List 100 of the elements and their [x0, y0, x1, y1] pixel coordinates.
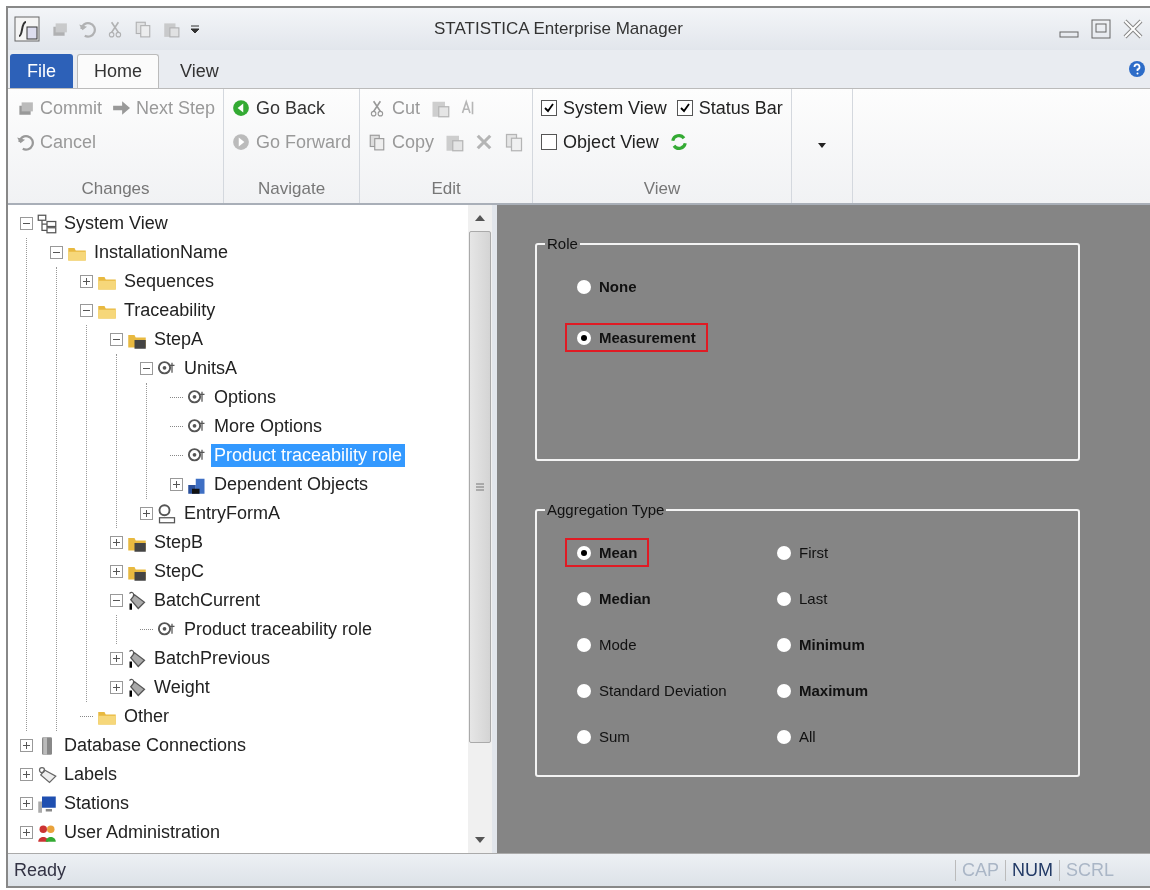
- expand-icon[interactable]: [140, 507, 153, 520]
- radio-option[interactable]: Measurement: [565, 323, 708, 352]
- radio-option[interactable]: Minimum: [765, 630, 877, 659]
- ribbon-tab[interactable]: Home: [77, 54, 160, 88]
- collapse-icon[interactable]: [50, 246, 63, 259]
- status-indicator: NUM: [1005, 859, 1059, 881]
- scrollbar[interactable]: [468, 205, 492, 853]
- copy-icon: [134, 20, 152, 38]
- tree-item[interactable]: InstallationName: [91, 241, 232, 264]
- status-indicator: CAP: [954, 859, 1005, 881]
- expand-icon[interactable]: [110, 652, 123, 665]
- radio-button[interactable]: [777, 637, 791, 652]
- expand-icon[interactable]: [110, 565, 123, 578]
- toolbar-icon-button[interactable]: [668, 132, 689, 152]
- stack-icon: [16, 99, 34, 117]
- radio-button[interactable]: [577, 591, 591, 606]
- radio-button[interactable]: [577, 683, 591, 698]
- scissors-icon: [106, 20, 124, 38]
- radio-option[interactable]: First: [765, 538, 841, 567]
- ribbon-tab[interactable]: View: [163, 54, 236, 88]
- radio-option[interactable]: None: [565, 272, 649, 301]
- group-label: Edit: [430, 179, 462, 200]
- tree-item[interactable]: Stations: [61, 792, 133, 815]
- group-title: Aggregation Type: [546, 501, 666, 518]
- tree-item[interactable]: System View: [61, 212, 171, 235]
- expand-icon[interactable]: [20, 739, 33, 752]
- collapse-icon[interactable]: [110, 333, 123, 346]
- tree-item[interactable]: StepB: [151, 531, 207, 554]
- checkbox[interactable]: [541, 100, 558, 116]
- app-icon[interactable]: [14, 16, 40, 42]
- radio-option[interactable]: Last: [765, 584, 840, 613]
- ribbon-command[interactable]: Go Back: [232, 97, 326, 119]
- copy-icon: [504, 132, 525, 152]
- group-label: Changes: [80, 179, 151, 200]
- expand-icon[interactable]: [170, 478, 183, 491]
- radio-button[interactable]: [577, 545, 591, 560]
- tree-item[interactable]: Weight: [151, 676, 213, 699]
- expand-icon[interactable]: [20, 797, 33, 810]
- radio-option[interactable]: All: [765, 722, 828, 751]
- close-button[interactable]: [1122, 18, 1144, 40]
- tag-icon: [127, 677, 147, 698]
- tree-item[interactable]: StepC: [151, 560, 208, 583]
- collapse-icon[interactable]: [80, 304, 93, 317]
- dropdown-icon[interactable]: [190, 24, 200, 34]
- expand-icon[interactable]: [20, 826, 33, 839]
- group-title: Role: [546, 235, 579, 252]
- tree-item[interactable]: BatchCurrent: [151, 589, 264, 612]
- radio-option[interactable]: Maximum: [765, 676, 881, 705]
- tree-item[interactable]: Sequences: [121, 270, 218, 293]
- checkbox[interactable]: [676, 100, 693, 116]
- scroll-down-icon[interactable]: [474, 835, 486, 845]
- radio-option[interactable]: Mode: [565, 630, 649, 659]
- expand-icon[interactable]: [20, 768, 33, 781]
- expand-icon[interactable]: [110, 536, 123, 549]
- radio-option[interactable]: Mean: [565, 538, 650, 567]
- tree-item[interactable]: StepA: [151, 328, 207, 351]
- radio-option[interactable]: Standard Deviation: [565, 676, 739, 705]
- radio-option[interactable]: Median: [565, 584, 663, 613]
- form-icon: [157, 503, 177, 524]
- scroll-up-icon[interactable]: [474, 213, 486, 223]
- checkbox-label[interactable]: Status Bar: [698, 97, 783, 119]
- help-icon[interactable]: [1128, 60, 1146, 78]
- tree-item[interactable]: UnitsA: [181, 357, 240, 380]
- checkbox-label[interactable]: System View: [563, 97, 667, 119]
- tree-item[interactable]: Traceability: [121, 299, 219, 322]
- refresh-icon: [668, 132, 689, 152]
- tree-item[interactable]: More Options: [211, 415, 326, 438]
- expand-icon[interactable]: [80, 275, 93, 288]
- tree-item[interactable]: BatchPrevious: [151, 647, 274, 670]
- dropdown-icon[interactable]: [816, 142, 827, 150]
- collapse-icon[interactable]: [140, 362, 153, 375]
- radio-button[interactable]: [577, 637, 591, 652]
- collapse-icon[interactable]: [20, 217, 33, 230]
- expand-icon[interactable]: [110, 681, 123, 694]
- tree-item[interactable]: Product traceability role: [181, 618, 376, 641]
- radio-button[interactable]: [577, 330, 591, 345]
- radio-option[interactable]: Sum: [565, 722, 642, 751]
- stack-icon: [50, 20, 68, 38]
- tree-item[interactable]: Database Connections: [61, 734, 250, 757]
- radio-button[interactable]: [777, 683, 791, 698]
- radio-button[interactable]: [777, 729, 791, 744]
- status-text: Ready: [13, 859, 68, 881]
- checkbox-label[interactable]: Object View: [563, 131, 659, 153]
- tree-item[interactable]: Labels: [61, 763, 121, 786]
- undo-icon: [16, 133, 34, 151]
- radio-button[interactable]: [577, 279, 591, 294]
- tree-item[interactable]: Other: [121, 705, 173, 728]
- tree-item[interactable]: Options: [211, 386, 280, 409]
- tag-icon: [127, 648, 147, 669]
- tree-item[interactable]: EntryFormA: [181, 502, 283, 525]
- scrollbar-thumb[interactable]: [469, 231, 491, 743]
- checkbox[interactable]: [541, 134, 558, 150]
- radio-button[interactable]: [777, 591, 791, 606]
- tree-item[interactable]: User Administration: [61, 821, 224, 844]
- collapse-icon[interactable]: [110, 594, 123, 607]
- window-title: STATISTICA Enterprise Manager: [434, 19, 684, 39]
- radio-button[interactable]: [577, 729, 591, 744]
- tree-item[interactable]: Dependent Objects: [211, 473, 372, 496]
- ribbon-tab[interactable]: File: [10, 54, 73, 88]
- radio-button[interactable]: [777, 545, 791, 560]
